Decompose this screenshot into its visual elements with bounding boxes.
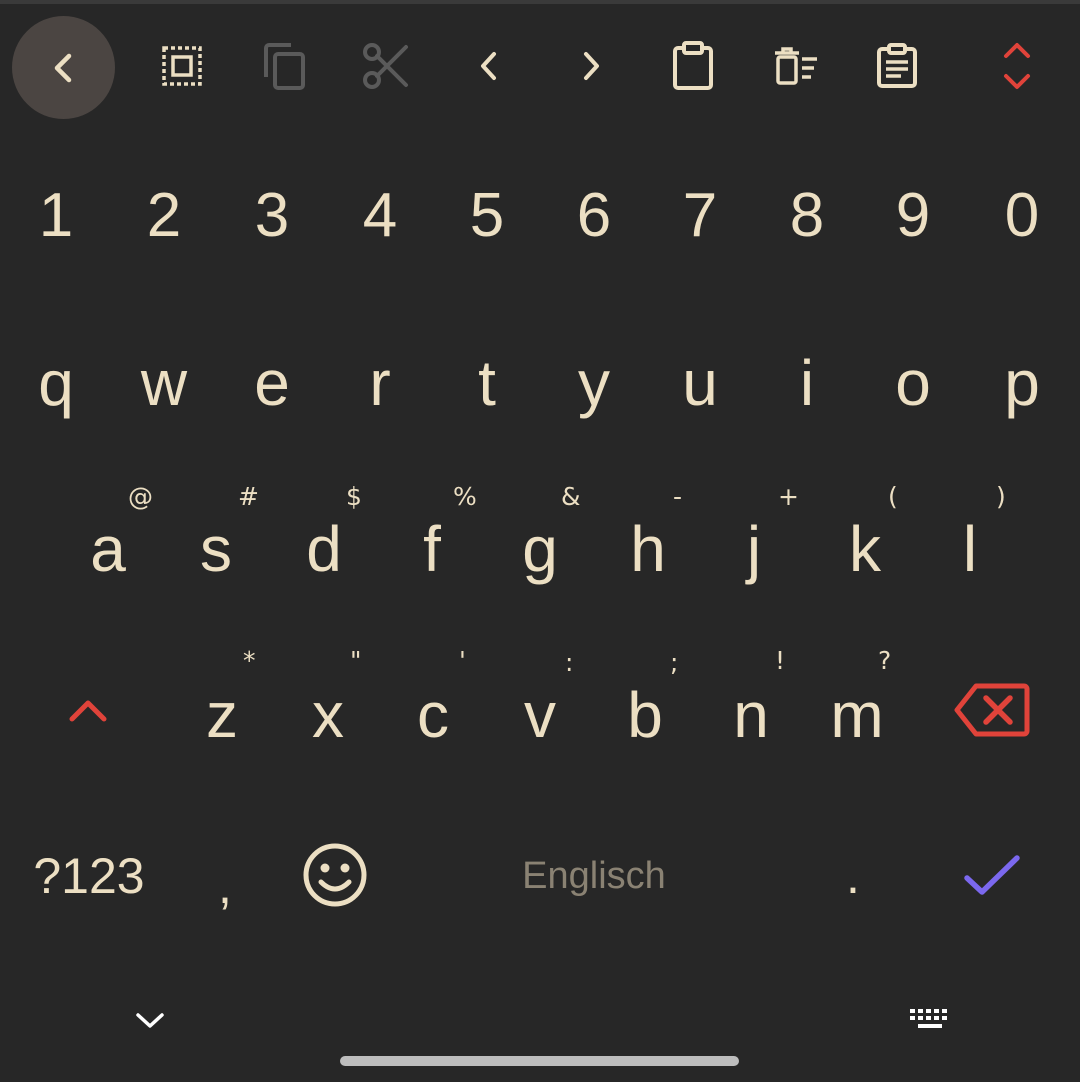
key-p[interactable]: p (970, 340, 1074, 426)
key-0[interactable]: 0 (970, 176, 1074, 256)
key-v-hint: : (565, 648, 574, 677)
key-b[interactable]: b (593, 672, 697, 758)
key-f[interactable]: f (380, 506, 484, 592)
key-o[interactable]: o (861, 340, 965, 426)
select-all-button[interactable] (131, 14, 233, 118)
key-x-hint: " (350, 646, 362, 675)
switch-keyboard-button[interactable] (890, 996, 970, 1044)
key-r[interactable]: r (328, 340, 432, 426)
clear-clipboard-button[interactable] (745, 14, 847, 118)
paste-button[interactable] (642, 14, 744, 118)
key-z[interactable]: z (170, 672, 274, 758)
copy-icon (264, 43, 305, 90)
key-3[interactable]: 3 (220, 176, 324, 256)
shift-key[interactable] (36, 670, 140, 750)
clipboard-history-icon (877, 43, 917, 88)
cut-button[interactable] (335, 14, 437, 118)
expand-collapse-button[interactable] (966, 14, 1068, 118)
key-l-hint: ) (996, 482, 1006, 511)
back-arrow-icon (54, 53, 71, 82)
key-l[interactable]: l (918, 506, 1022, 592)
key-z-hint: * (243, 646, 256, 675)
key-9[interactable]: 9 (861, 176, 965, 256)
shift-icon (69, 700, 107, 722)
emoji-icon (303, 843, 367, 907)
key-j-hint: + (778, 482, 799, 511)
key-x[interactable]: x (276, 672, 380, 758)
backspace-key[interactable] (940, 670, 1044, 750)
emoji-key[interactable] (285, 830, 385, 920)
key-h-hint: - (673, 482, 683, 511)
key-k[interactable]: k (813, 506, 917, 592)
clipboard-toolbar (0, 14, 1080, 120)
key-c-hint: ' (459, 646, 466, 675)
key-u[interactable]: u (648, 340, 752, 426)
top-divider (0, 0, 1080, 4)
space-key[interactable]: Englisch (392, 836, 796, 916)
key-i[interactable]: i (755, 340, 859, 426)
clipboard-history-button[interactable] (846, 14, 948, 118)
cursor-right-button[interactable] (540, 14, 642, 118)
cut-icon (363, 43, 408, 89)
copy-button[interactable] (233, 14, 335, 118)
key-h[interactable]: h (596, 506, 700, 592)
home-indicator[interactable] (340, 1056, 739, 1066)
key-k-hint: ( (888, 482, 898, 511)
period-key[interactable]: . (808, 836, 898, 916)
key-a-hint: @ (128, 482, 153, 511)
key-m-hint: ? (878, 646, 892, 675)
enter-key[interactable] (940, 836, 1044, 916)
key-a[interactable]: a (56, 506, 160, 592)
expand-collapse-icon (1004, 43, 1030, 89)
key-8[interactable]: 8 (755, 176, 859, 256)
key-g[interactable]: g (488, 506, 592, 592)
comma-key[interactable]: , (180, 846, 270, 926)
hide-keyboard-button[interactable] (110, 996, 190, 1044)
backspace-icon (954, 683, 1030, 737)
cursor-left-icon (481, 52, 496, 80)
clear-clipboard-icon (775, 47, 817, 85)
select-all-icon (162, 46, 202, 86)
key-m[interactable]: m (805, 672, 909, 758)
key-v[interactable]: v (488, 672, 592, 758)
cursor-left-button[interactable] (438, 14, 540, 118)
key-f-hint: % (453, 482, 477, 511)
key-6[interactable]: 6 (542, 176, 646, 256)
key-4[interactable]: 4 (328, 176, 432, 256)
key-q[interactable]: q (4, 340, 108, 426)
checkmark-icon (964, 855, 1020, 895)
cursor-right-icon (584, 52, 599, 80)
key-n[interactable]: n (699, 672, 803, 758)
key-c[interactable]: c (381, 672, 485, 758)
paste-icon (673, 41, 713, 90)
key-s[interactable]: s (164, 506, 268, 592)
key-1[interactable]: 1 (4, 176, 108, 256)
key-n-hint: ! (775, 646, 786, 675)
key-2[interactable]: 2 (112, 176, 216, 256)
back-button[interactable] (12, 16, 115, 119)
key-w[interactable]: w (112, 340, 216, 426)
chevron-down-icon (136, 1013, 164, 1028)
keyboard-icon (910, 1009, 947, 1028)
key-b-hint: ; (670, 648, 679, 677)
key-d[interactable]: d (272, 506, 376, 592)
key-7[interactable]: 7 (648, 176, 752, 256)
key-5[interactable]: 5 (435, 176, 539, 256)
key-e[interactable]: e (220, 340, 324, 426)
key-s-hint: # (238, 482, 259, 511)
key-g-hint: & (561, 482, 581, 511)
symbols-key[interactable]: ?123 (18, 836, 160, 916)
key-j[interactable]: j (702, 506, 806, 592)
key-t[interactable]: t (435, 340, 539, 426)
key-y[interactable]: y (542, 340, 646, 426)
key-d-hint: $ (346, 482, 362, 511)
